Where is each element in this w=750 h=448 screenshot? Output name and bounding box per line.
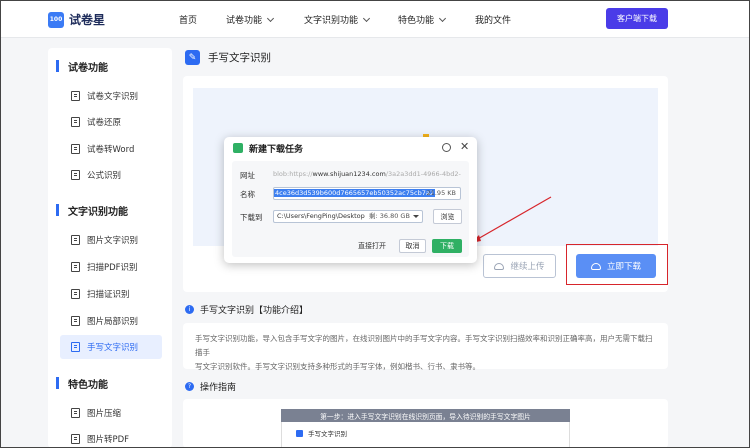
logo-text: 试卷星 bbox=[69, 13, 106, 27]
intro-heading: i 手写文字识别【功能介绍】 bbox=[185, 303, 308, 316]
sidebar-section-exam: 试卷功能 bbox=[48, 56, 172, 76]
dialog-title: 新建下载任务 bbox=[249, 144, 304, 155]
dialog-header: 新建下载任务 bbox=[224, 137, 477, 159]
guide-heading: ? 操作指南 bbox=[185, 380, 236, 393]
image-icon bbox=[71, 434, 80, 444]
chevron-down-icon bbox=[438, 14, 447, 22]
pen-icon bbox=[71, 342, 80, 352]
logo[interactable]: 100 试卷星 bbox=[48, 11, 105, 28]
dialog-body: 网址 blob:https://www.shijuan1234.com/3a2a… bbox=[232, 161, 469, 257]
client-download-button[interactable]: 客户端下载 bbox=[606, 8, 668, 29]
file-name-input[interactable]: 4ce36d3d539b600d7665657eb50352ac75cb7a2 2… bbox=[273, 187, 461, 200]
info-icon: i bbox=[185, 305, 194, 314]
url-label: 网址 bbox=[240, 171, 255, 180]
download-dialog: 新建下载任务 ✕ 网址 blob:https://www.shijuan1234… bbox=[224, 137, 477, 263]
dialog-download-button[interactable]: 下载 bbox=[432, 239, 462, 253]
upload-cloud-icon bbox=[494, 262, 505, 270]
nav-ocr-features[interactable]: 文字识别功能 bbox=[304, 13, 371, 26]
guide-screenshot: 手写文字识别 bbox=[281, 422, 570, 448]
sidebar-item-image-to-pdf[interactable]: 图片转PDF bbox=[60, 427, 162, 448]
document-icon bbox=[71, 144, 80, 154]
name-label: 名称 bbox=[240, 190, 255, 199]
intro-text-line1: 手写文字识别功能，导入包含手写文字的图片，在线识别图片中的手写文字内容。手写文字… bbox=[195, 334, 653, 357]
guide-step-title: 第一步：进入手写文字识别在线识别页面，导入待识别的手写文字图片 bbox=[281, 409, 570, 422]
path-label: 下载到 bbox=[240, 213, 263, 222]
nav-exam-features[interactable]: 试卷功能 bbox=[226, 13, 275, 26]
sidebar-item-exam-to-word[interactable]: 试卷转Word bbox=[60, 137, 162, 161]
continue-upload-button[interactable]: 继续上传 bbox=[483, 254, 556, 278]
browse-button[interactable]: 浏览 bbox=[433, 209, 462, 224]
document-icon bbox=[71, 91, 80, 101]
sidebar-item-exam-restore[interactable]: 试卷还原 bbox=[60, 110, 162, 134]
document-icon bbox=[71, 170, 80, 180]
sidebar-item-formula-ocr[interactable]: 公式识别 bbox=[60, 163, 162, 187]
sidebar-section-special: 特色功能 bbox=[48, 373, 172, 393]
sidebar-item-partial-ocr[interactable]: 图片局部识别 bbox=[60, 309, 162, 333]
save-path-select[interactable]: C:\Users\FengPing\Desktop 剩: 36.80 GB bbox=[273, 210, 423, 223]
sidebar: 试卷功能 试卷文字识别 试卷还原 试卷转Word 公式识别 文字识别功能 图片文… bbox=[48, 48, 172, 448]
handwriting-icon bbox=[296, 430, 303, 437]
close-icon[interactable]: ✕ bbox=[460, 141, 469, 152]
nav-home[interactable]: 首页 bbox=[179, 13, 197, 26]
cancel-button[interactable]: 取消 bbox=[399, 239, 426, 253]
image-icon bbox=[71, 235, 80, 245]
download-now-button[interactable]: 立即下载 bbox=[576, 254, 656, 278]
sidebar-item-image-compress[interactable]: 图片压缩 bbox=[60, 401, 162, 425]
settings-icon[interactable] bbox=[442, 143, 451, 152]
scan-icon bbox=[71, 262, 80, 272]
sidebar-item-handwriting-ocr[interactable]: 手写文字识别 bbox=[60, 335, 162, 359]
sidebar-section-ocr: 文字识别功能 bbox=[48, 200, 172, 220]
sidebar-item-pdf-ocr[interactable]: 扫描PDF识别 bbox=[60, 255, 162, 279]
image-icon bbox=[71, 408, 80, 418]
chevron-down-icon bbox=[362, 14, 371, 22]
sidebar-item-id-ocr[interactable]: 扫描证识别 bbox=[60, 282, 162, 306]
scan-icon bbox=[71, 289, 80, 299]
guide-card: 第一步：进入手写文字识别在线识别页面，导入待识别的手写文字图片 手写文字识别 bbox=[183, 399, 668, 448]
help-icon: ? bbox=[185, 382, 194, 391]
open-direct-button[interactable]: 直接打开 bbox=[353, 239, 391, 253]
nav-my-files[interactable]: 我的文件 bbox=[475, 13, 511, 26]
document-icon bbox=[71, 117, 80, 127]
download-cloud-icon bbox=[590, 262, 601, 270]
download-app-icon bbox=[233, 143, 243, 153]
nav-special-features[interactable]: 特色功能 bbox=[398, 13, 447, 26]
image-icon bbox=[71, 316, 80, 326]
handwriting-icon: ✎ bbox=[185, 50, 200, 65]
sidebar-item-image-ocr[interactable]: 图片文字识别 bbox=[60, 228, 162, 252]
page-title: ✎ 手写文字识别 bbox=[185, 50, 271, 65]
chevron-down-icon bbox=[266, 14, 275, 22]
logo-icon: 100 bbox=[48, 11, 64, 28]
top-header: 100 试卷星 首页 试卷功能 文字识别功能 特色功能 我的文件 客户端下载 bbox=[0, 0, 750, 38]
url-field: blob:https://www.shijuan1234.com/3a2a3dd… bbox=[273, 170, 461, 178]
dropdown-icon bbox=[413, 215, 419, 218]
intro-card: 手写文字识别功能，导入包含手写文字的图片，在线识别图片中的手写文字内容。手写文字… bbox=[183, 323, 668, 371]
sidebar-item-exam-ocr[interactable]: 试卷文字识别 bbox=[60, 84, 162, 108]
intro-text-line2: 写文字识别软件。手写文字识别支持多种形式的手写字体，例如楷书、行书、隶书等。 bbox=[195, 362, 480, 371]
